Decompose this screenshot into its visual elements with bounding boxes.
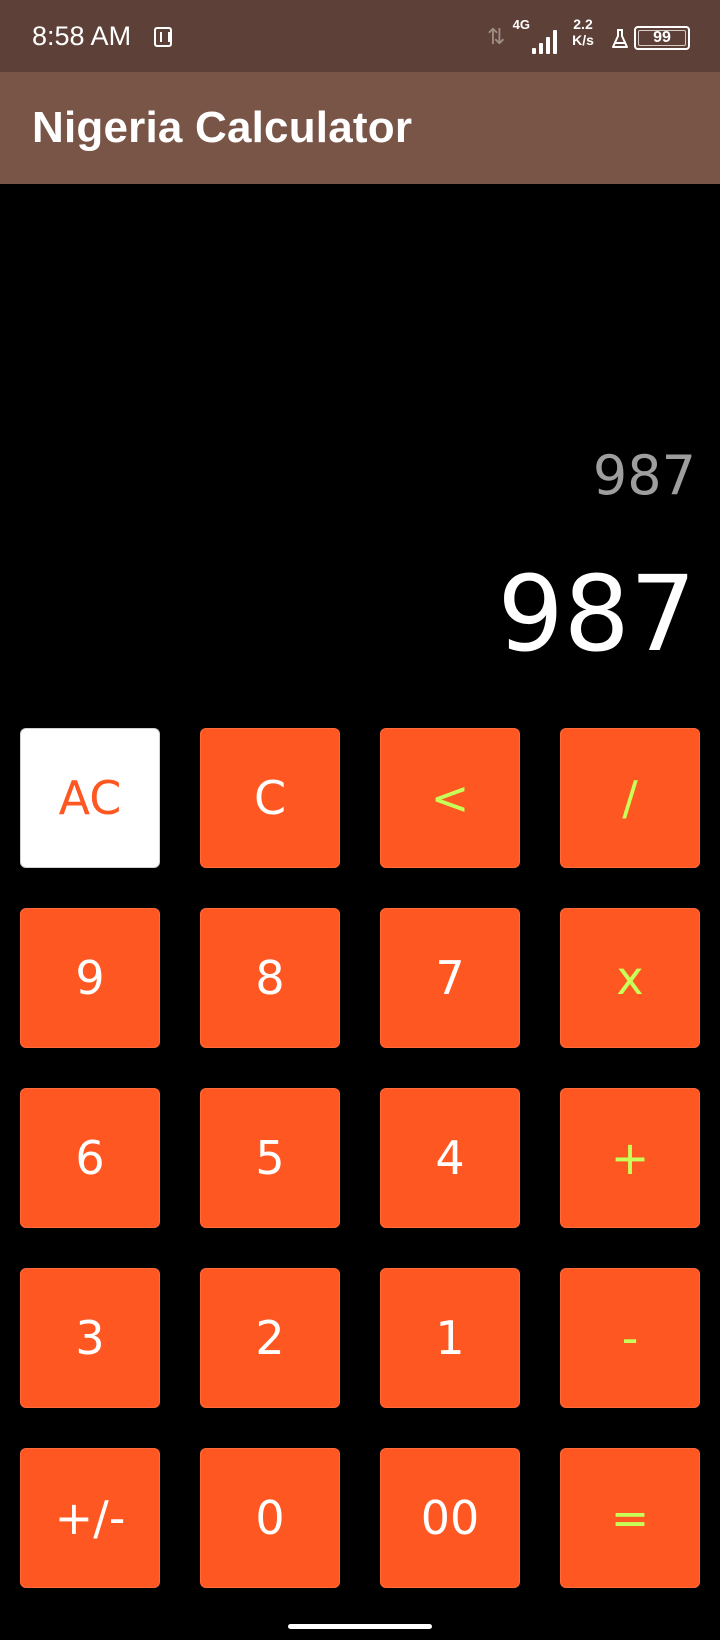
double-zero-button[interactable]: 00 xyxy=(380,1448,520,1588)
status-bar: 8:58 AM ⇅ 4G 2.2 K/s 99 xyxy=(0,0,720,72)
toggle-sign-button[interactable]: +/- xyxy=(20,1448,160,1588)
equals-button[interactable]: = xyxy=(560,1448,700,1588)
multiply-button[interactable]: x xyxy=(560,908,700,1048)
keypad: AC C < / 9 8 7 x 6 5 4 + 3 2 1 - +/- 0 0… xyxy=(0,728,720,1588)
network-speed: 2.2 K/s xyxy=(568,16,598,48)
network-speed-unit: K/s xyxy=(572,32,594,48)
all-clear-button[interactable]: AC xyxy=(20,728,160,868)
app-bar: Nigeria Calculator xyxy=(0,72,720,184)
calculator-display: 987 987 xyxy=(0,184,720,684)
digit-2-button[interactable]: 2 xyxy=(200,1268,340,1408)
result-display: 987 xyxy=(497,553,696,675)
flask-icon xyxy=(612,29,628,48)
signal-icon xyxy=(532,26,562,54)
page-title: Nigeria Calculator xyxy=(32,103,413,152)
digit-9-button[interactable]: 9 xyxy=(20,908,160,1048)
battery-icon: 99 xyxy=(634,26,690,50)
status-time: 8:58 AM xyxy=(32,21,132,51)
digit-1-button[interactable]: 1 xyxy=(380,1268,520,1408)
app-notification-icon xyxy=(154,27,172,47)
expression-display: 987 xyxy=(592,444,696,507)
data-arrows-icon: ⇅ xyxy=(487,24,506,49)
digit-6-button[interactable]: 6 xyxy=(20,1088,160,1228)
digit-5-button[interactable]: 5 xyxy=(200,1088,340,1228)
add-button[interactable]: + xyxy=(560,1088,700,1228)
subtract-button[interactable]: - xyxy=(560,1268,700,1408)
digit-7-button[interactable]: 7 xyxy=(380,908,520,1048)
status-icons: ⇅ 4G 2.2 K/s 99 xyxy=(460,14,690,58)
digit-4-button[interactable]: 4 xyxy=(380,1088,520,1228)
network-speed-value: 2.2 xyxy=(573,16,593,32)
battery-level: 99 xyxy=(653,29,671,46)
digit-8-button[interactable]: 8 xyxy=(200,908,340,1048)
clear-button[interactable]: C xyxy=(200,728,340,868)
backspace-button[interactable]: < xyxy=(380,728,520,868)
digit-0-button[interactable]: 0 xyxy=(200,1448,340,1588)
divide-button[interactable]: / xyxy=(560,728,700,868)
home-indicator[interactable] xyxy=(288,1624,432,1629)
digit-3-button[interactable]: 3 xyxy=(20,1268,160,1408)
network-type: 4G xyxy=(512,17,530,32)
